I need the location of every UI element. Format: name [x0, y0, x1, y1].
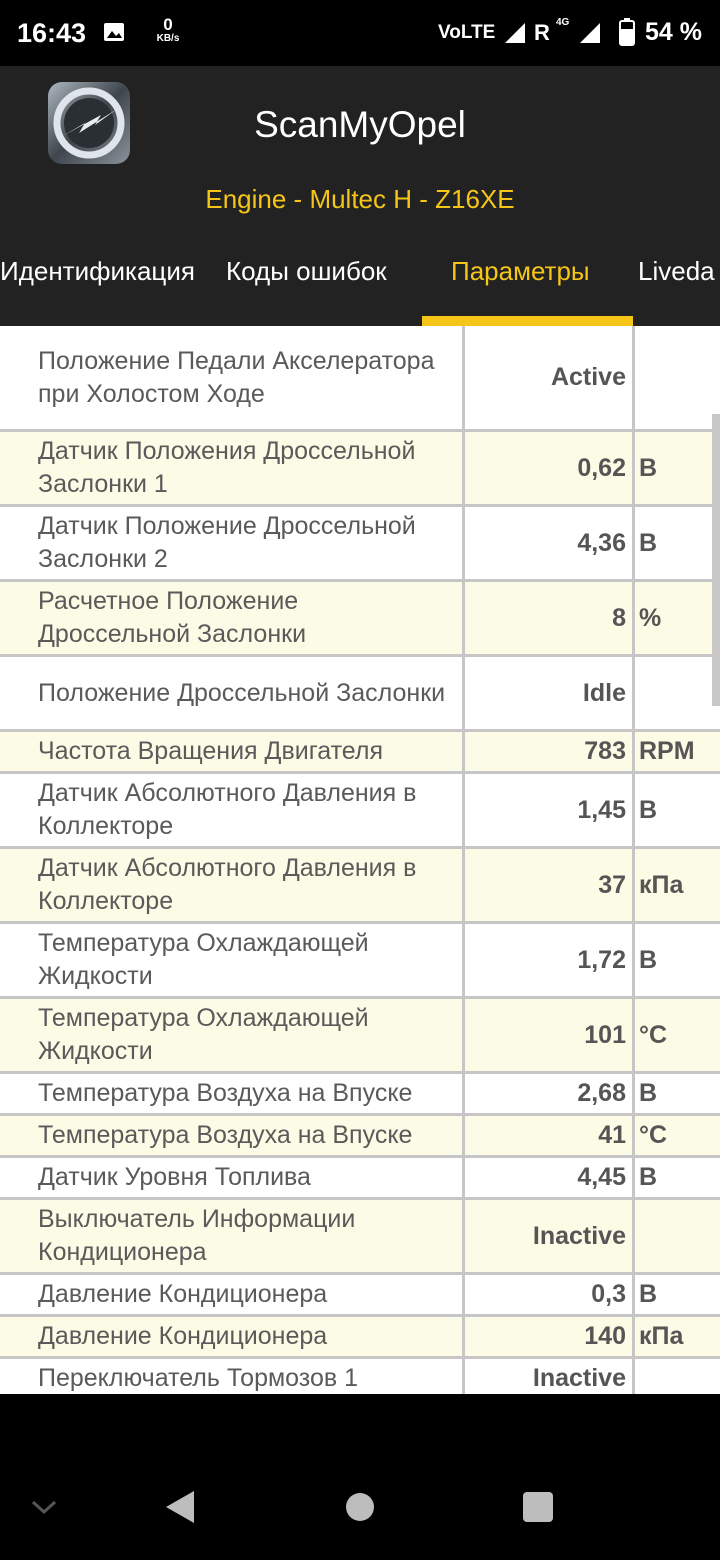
- parameter-value: Inactive: [465, 1359, 635, 1394]
- table-row[interactable]: Температура Воздуха на Впуске 41 °C: [0, 1116, 720, 1158]
- parameter-value: 101: [465, 999, 635, 1071]
- tab-identification[interactable]: Идентификация: [0, 256, 195, 287]
- parameter-unit: В: [639, 453, 658, 482]
- parameter-value: Inactive: [465, 1200, 635, 1272]
- parameter-unit: °C: [639, 1121, 668, 1149]
- table-row[interactable]: Положение Педали Акселератора при Холост…: [0, 326, 720, 432]
- parameter-name: Температура Воздуха на Впуске: [0, 1116, 465, 1155]
- status-bar: 16:43 0 KB/s VoLTE R 4G 54 %: [0, 0, 720, 66]
- network-speed: 0 KB/s: [156, 15, 180, 44]
- parameter-unit: В: [639, 1163, 658, 1191]
- parameter-unit: %: [639, 603, 662, 632]
- parameter-name: Датчик Абсолютного Давления в Коллекторе: [0, 849, 465, 921]
- parameter-unit: [635, 1200, 720, 1272]
- table-row[interactable]: Выключатель Информации Кондиционера Inac…: [0, 1200, 720, 1275]
- parameter-name: Датчик Абсолютного Давления в Коллекторе: [0, 774, 465, 846]
- parameter-name: Положение Дроссельной Заслонки: [0, 657, 465, 729]
- parameter-value: 0,62: [465, 432, 635, 504]
- parameter-unit: кПа: [639, 1322, 684, 1350]
- parameter-unit: °C: [639, 1020, 668, 1049]
- parameter-name: Датчик Положение Дроссельной Заслонки 2: [0, 507, 465, 579]
- parameter-name: Давление Кондиционера: [0, 1275, 465, 1314]
- status-time: 16:43: [17, 18, 87, 48]
- signal-icon: [503, 22, 527, 49]
- parameter-value: 0,3: [465, 1275, 635, 1314]
- parameter-unit: В: [639, 795, 658, 824]
- table-row[interactable]: Частота Вращения Двигателя 783 RPM: [0, 732, 720, 774]
- parameter-unit: [635, 326, 720, 429]
- parameter-value: Idle: [465, 657, 635, 729]
- battery-percent: 54 %: [645, 18, 702, 46]
- parameter-name: Выключатель Информации Кондиционера: [0, 1200, 465, 1272]
- parameter-value: 41: [465, 1116, 635, 1155]
- tab-parameters[interactable]: Параметры: [451, 256, 590, 287]
- parameter-value: 4,36: [465, 507, 635, 579]
- table-row[interactable]: Давление Кондиционера 140 кПа: [0, 1317, 720, 1359]
- active-tab-indicator: [422, 316, 633, 326]
- parameter-unit: В: [639, 1079, 658, 1107]
- table-row[interactable]: Температура Охлаждающей Жидкости 101 °C: [0, 999, 720, 1074]
- parameter-name: Частота Вращения Двигателя: [0, 732, 465, 771]
- parameter-value: 8: [465, 582, 635, 654]
- table-row[interactable]: Переключатель Тормозов 1 Inactive: [0, 1359, 720, 1394]
- parameter-value: 4,45: [465, 1158, 635, 1197]
- table-row[interactable]: Датчик Абсолютного Давления в Коллекторе…: [0, 849, 720, 924]
- back-icon[interactable]: [164, 1490, 196, 1529]
- parameter-unit: кПа: [639, 870, 684, 899]
- parameter-name: Температура Охлаждающей Жидкости: [0, 924, 465, 996]
- parameter-value: 783: [465, 732, 635, 771]
- table-row[interactable]: Давление Кондиционера 0,3 В: [0, 1275, 720, 1317]
- parameter-unit: RPM: [639, 737, 695, 765]
- parameter-name: Температура Охлаждающей Жидкости: [0, 999, 465, 1071]
- parameter-name: Переключатель Тормозов 1: [0, 1359, 465, 1394]
- parameter-unit: [635, 657, 720, 729]
- table-row[interactable]: Расчетное Положение Дроссельной Заслонки…: [0, 582, 720, 657]
- parameter-value: 2,68: [465, 1074, 635, 1113]
- parameter-value: 1,45: [465, 774, 635, 846]
- parameter-name: Датчик Уровня Топлива: [0, 1158, 465, 1197]
- recents-icon[interactable]: [522, 1491, 554, 1528]
- table-row[interactable]: Температура Воздуха на Впуске 2,68 В: [0, 1074, 720, 1116]
- parameter-unit: В: [639, 528, 658, 557]
- ecu-subtitle: Engine - Multec H - Z16XE: [205, 184, 515, 214]
- network-type: 4G: [556, 17, 570, 28]
- table-row[interactable]: Датчик Положения Дроссельной Заслонки 1 …: [0, 432, 720, 507]
- parameter-value: Active: [465, 326, 635, 429]
- table-row[interactable]: Датчик Положение Дроссельной Заслонки 2 …: [0, 507, 720, 582]
- parameter-unit: В: [639, 945, 658, 974]
- app-header: ScanMyOpel Engine - Multec H - Z16XE Иде…: [0, 66, 720, 326]
- table-row[interactable]: Датчик Уровня Топлива 4,45 В: [0, 1158, 720, 1200]
- chevron-down-icon[interactable]: [30, 1498, 58, 1521]
- signal-icon: [578, 22, 602, 49]
- app-title: ScanMyOpel: [254, 104, 466, 145]
- image-notification-icon: [103, 22, 125, 42]
- navigation-bar: [0, 1394, 720, 1560]
- parameter-name: Температура Воздуха на Впуске: [0, 1074, 465, 1113]
- battery-icon: [619, 18, 635, 51]
- volte-indicator: VoLTE: [438, 22, 496, 43]
- parameter-value: 1,72: [465, 924, 635, 996]
- tab-livedata[interactable]: Liveda: [638, 256, 715, 287]
- parameter-unit: [635, 1359, 720, 1394]
- roaming-indicator: R: [534, 20, 550, 45]
- parameter-unit: В: [639, 1280, 658, 1308]
- scrollbar[interactable]: [712, 414, 720, 706]
- parameter-name: Давление Кондиционера: [0, 1317, 465, 1356]
- home-icon[interactable]: [345, 1492, 375, 1527]
- parameter-name: Положение Педали Акселератора при Холост…: [0, 326, 465, 429]
- parameter-value: 37: [465, 849, 635, 921]
- tab-error-codes[interactable]: Коды ошибок: [226, 256, 387, 287]
- table-row[interactable]: Датчик Абсолютного Давления в Коллекторе…: [0, 774, 720, 849]
- table-row[interactable]: Положение Дроссельной Заслонки Idle: [0, 657, 720, 732]
- table-row[interactable]: Температура Охлаждающей Жидкости 1,72 В: [0, 924, 720, 999]
- parameter-name: Датчик Положения Дроссельной Заслонки 1: [0, 432, 465, 504]
- parameter-name: Расчетное Положение Дроссельной Заслонки: [0, 582, 465, 654]
- parameter-value: 140: [465, 1317, 635, 1356]
- parameters-table[interactable]: Положение Педали Акселератора при Холост…: [0, 326, 720, 1394]
